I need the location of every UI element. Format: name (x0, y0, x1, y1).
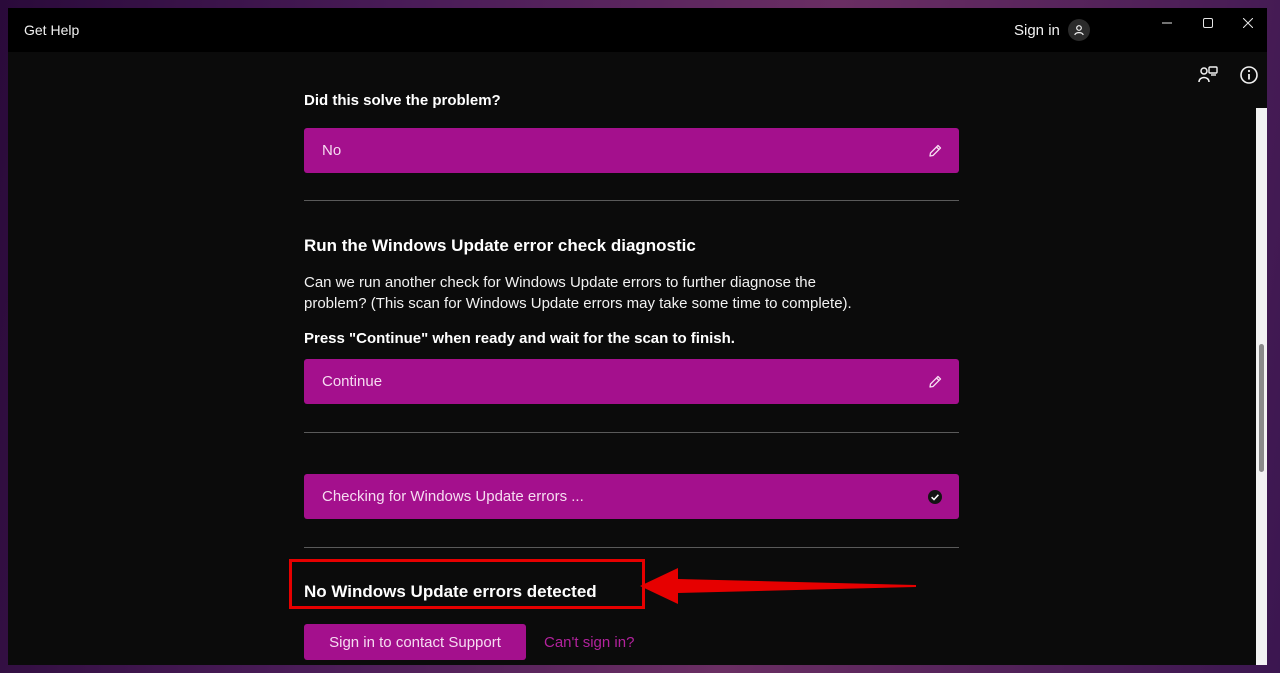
community-icon (1198, 66, 1218, 83)
minimize-icon (1162, 22, 1172, 24)
scrollbar-thumb[interactable] (1259, 344, 1264, 472)
answer-text: Continue (322, 373, 383, 390)
cant-sign-in-link[interactable]: Can't sign in? (544, 634, 634, 651)
maximize-button[interactable] (1193, 12, 1223, 34)
header-sign-in[interactable]: Sign in (1014, 19, 1090, 41)
info-button[interactable] (1238, 64, 1260, 86)
sign-in-label[interactable]: Sign in (1014, 22, 1060, 39)
answer-no[interactable]: No (304, 128, 959, 173)
pencil-icon[interactable] (927, 143, 943, 159)
diagnostic-instruction: Press "Continue" when ready and wait for… (304, 330, 735, 347)
pencil-icon[interactable] (927, 374, 943, 390)
app-title: Get Help (24, 22, 80, 38)
maximize-icon (1203, 18, 1213, 28)
answer-continue[interactable]: Continue (304, 359, 959, 404)
answer-text: No (322, 142, 342, 159)
status-checking: Checking for Windows Update errors ... (304, 474, 959, 519)
divider (304, 432, 959, 433)
person-icon[interactable] (1067, 19, 1090, 41)
question-label: Did this solve the problem? (304, 92, 501, 109)
close-button[interactable] (1233, 12, 1263, 34)
info-icon (1240, 66, 1258, 84)
checkmark-circle-icon (928, 489, 942, 504)
divider (304, 547, 959, 548)
annotation-arrow (640, 568, 916, 604)
title-bar: Get Help Sign in (8, 8, 1267, 52)
scrollbar[interactable] (1256, 108, 1267, 665)
sign-in-support-button[interactable]: Sign in to contact Support (304, 624, 526, 660)
status-text: Checking for Windows Update errors ... (322, 488, 584, 505)
annotation-highlight-box (289, 559, 645, 609)
divider (304, 200, 959, 201)
diagnostic-heading: Run the Windows Update error check diagn… (304, 236, 696, 255)
minimize-button[interactable] (1152, 12, 1182, 34)
diagnostic-description: Can we run another check for Windows Upd… (304, 274, 852, 312)
community-button[interactable] (1197, 64, 1219, 86)
close-icon (1243, 18, 1253, 28)
